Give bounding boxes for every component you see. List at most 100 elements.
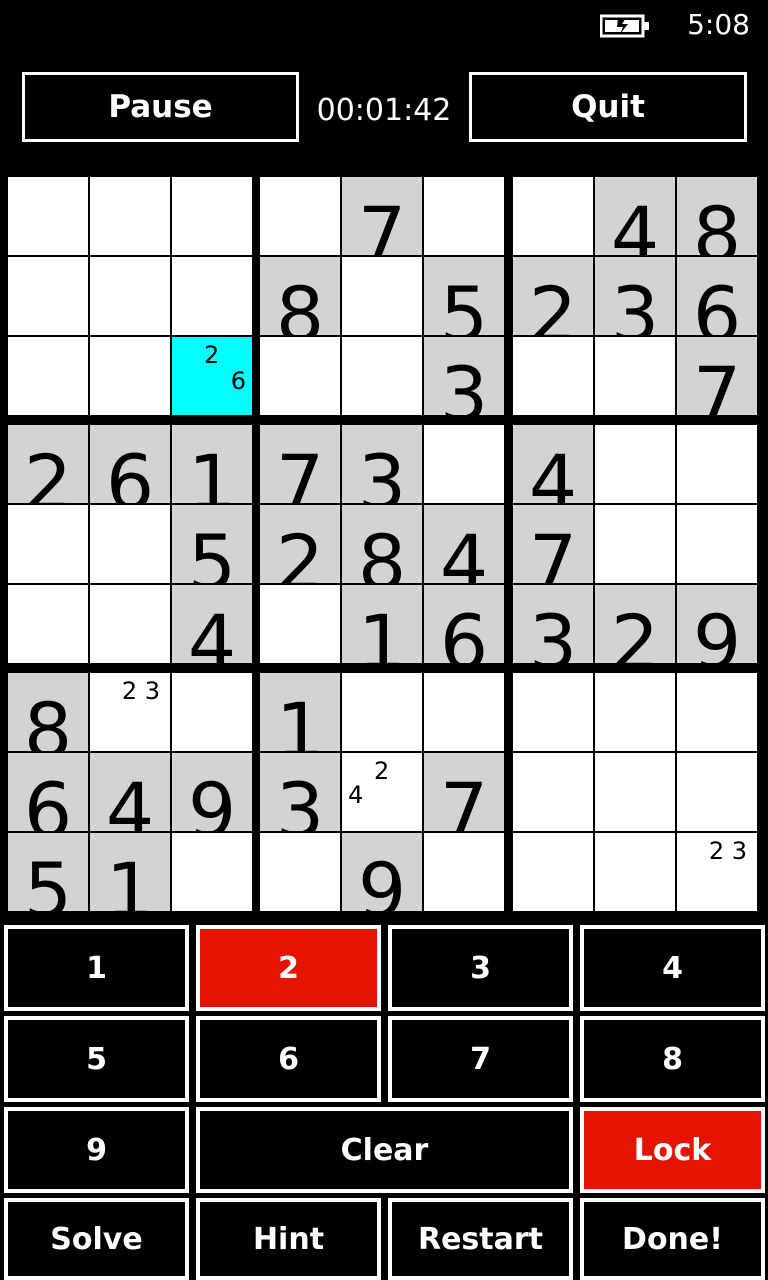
sudoku-cell[interactable] xyxy=(513,177,593,255)
sudoku-cell[interactable]: 42 xyxy=(342,753,422,831)
number-4-button[interactable]: 4 xyxy=(580,925,765,1011)
number-2-button[interactable]: 2 xyxy=(196,925,381,1011)
sudoku-cell[interactable]: 2 3 xyxy=(677,833,757,911)
sudoku-cell[interactable] xyxy=(260,337,340,415)
sudoku-cell[interactable]: 6 xyxy=(424,585,504,663)
sudoku-cell[interactable]: 2 3 xyxy=(90,673,170,751)
sudoku-cell[interactable] xyxy=(513,833,593,911)
sudoku-cell[interactable]: 3 xyxy=(260,753,340,831)
sudoku-cell[interactable] xyxy=(260,585,340,663)
sudoku-cell[interactable]: 3 xyxy=(342,425,422,503)
sudoku-cell[interactable] xyxy=(342,673,422,751)
sudoku-cell[interactable] xyxy=(595,753,675,831)
number-1-button[interactable]: 1 xyxy=(4,925,189,1011)
sudoku-cell[interactable] xyxy=(172,257,252,335)
sudoku-cell[interactable] xyxy=(513,753,593,831)
sudoku-cell[interactable] xyxy=(90,177,170,255)
sudoku-cell[interactable] xyxy=(8,177,88,255)
sudoku-cell[interactable] xyxy=(595,425,675,503)
sudoku-cell[interactable] xyxy=(595,673,675,751)
cell-digit: 2 xyxy=(610,598,660,664)
sudoku-cell[interactable]: 8 xyxy=(677,177,757,255)
done-button[interactable]: Done! xyxy=(580,1198,765,1280)
sudoku-cell[interactable]: 5 xyxy=(424,257,504,335)
sudoku-cell[interactable]: 9 xyxy=(342,833,422,911)
sudoku-cell[interactable] xyxy=(677,753,757,831)
sudoku-cell[interactable]: 8 xyxy=(8,673,88,751)
number-6-button[interactable]: 6 xyxy=(196,1016,381,1102)
sudoku-cell[interactable] xyxy=(8,505,88,583)
sudoku-cell[interactable] xyxy=(8,337,88,415)
pause-button[interactable]: Pause xyxy=(22,72,299,142)
sudoku-cell[interactable]: 7 xyxy=(424,753,504,831)
sudoku-cell[interactable] xyxy=(172,177,252,255)
sudoku-cell[interactable]: 5 xyxy=(8,833,88,911)
number-5-button[interactable]: 5 xyxy=(4,1016,189,1102)
sudoku-cell[interactable]: 1 xyxy=(260,673,340,751)
sudoku-cell[interactable]: 3 xyxy=(513,585,593,663)
sudoku-cell[interactable] xyxy=(260,177,340,255)
sudoku-cell[interactable] xyxy=(90,585,170,663)
sudoku-cell[interactable] xyxy=(424,833,504,911)
sudoku-cell[interactable] xyxy=(342,257,422,335)
sudoku-cell[interactable]: 5 xyxy=(172,505,252,583)
sudoku-cell[interactable] xyxy=(90,337,170,415)
sudoku-cell[interactable] xyxy=(513,337,593,415)
sudoku-cell[interactable]: 4 xyxy=(595,177,675,255)
sudoku-cell[interactable]: 2 xyxy=(8,425,88,503)
number-3-button[interactable]: 3 xyxy=(388,925,573,1011)
sudoku-cell[interactable] xyxy=(424,177,504,255)
sudoku-cell[interactable] xyxy=(424,673,504,751)
sudoku-cell[interactable] xyxy=(342,337,422,415)
sudoku-cell[interactable] xyxy=(172,833,252,911)
sudoku-cell[interactable]: 8 xyxy=(260,257,340,335)
sudoku-cell[interactable]: 2 xyxy=(513,257,593,335)
sudoku-cell[interactable]: 26 xyxy=(172,337,252,415)
sudoku-cell[interactable] xyxy=(260,833,340,911)
clear-button[interactable]: Clear xyxy=(196,1107,573,1193)
sudoku-cell[interactable]: 7 xyxy=(677,337,757,415)
sudoku-cell[interactable]: 6 xyxy=(677,257,757,335)
sudoku-cell[interactable]: 3 xyxy=(424,337,504,415)
lock-button[interactable]: Lock xyxy=(580,1107,765,1193)
sudoku-cell[interactable]: 1 xyxy=(90,833,170,911)
sudoku-cell[interactable]: 8 xyxy=(342,505,422,583)
sudoku-cell[interactable]: 4 xyxy=(424,505,504,583)
sudoku-cell[interactable] xyxy=(595,505,675,583)
sudoku-cell[interactable] xyxy=(8,585,88,663)
sudoku-cell[interactable] xyxy=(90,505,170,583)
sudoku-cell[interactable] xyxy=(424,425,504,503)
sudoku-cell[interactable]: 7 xyxy=(260,425,340,503)
sudoku-cell[interactable]: 4 xyxy=(172,585,252,663)
number-8-button[interactable]: 8 xyxy=(580,1016,765,1102)
sudoku-cell[interactable]: 7 xyxy=(513,505,593,583)
sudoku-cell[interactable] xyxy=(172,673,252,751)
sudoku-cell[interactable]: 2 xyxy=(260,505,340,583)
sudoku-cell[interactable]: 1 xyxy=(172,425,252,503)
sudoku-cell[interactable] xyxy=(90,257,170,335)
sudoku-cell[interactable]: 6 xyxy=(8,753,88,831)
sudoku-cell[interactable] xyxy=(677,673,757,751)
sudoku-cell[interactable] xyxy=(8,257,88,335)
solve-button[interactable]: Solve xyxy=(4,1198,189,1280)
sudoku-cell[interactable] xyxy=(595,833,675,911)
sudoku-cell[interactable]: 9 xyxy=(677,585,757,663)
battery-charging-icon xyxy=(600,14,649,38)
sudoku-cell[interactable] xyxy=(677,505,757,583)
quit-button[interactable]: Quit xyxy=(469,72,747,142)
sudoku-cell[interactable]: 2 xyxy=(595,585,675,663)
sudoku-cell[interactable]: 1 xyxy=(342,585,422,663)
sudoku-cell[interactable]: 3 xyxy=(595,257,675,335)
sudoku-cell[interactable]: 4 xyxy=(90,753,170,831)
sudoku-cell[interactable]: 6 xyxy=(90,425,170,503)
sudoku-cell[interactable]: 4 xyxy=(513,425,593,503)
sudoku-cell[interactable] xyxy=(513,673,593,751)
sudoku-cell[interactable] xyxy=(677,425,757,503)
sudoku-cell[interactable]: 9 xyxy=(172,753,252,831)
number-7-button[interactable]: 7 xyxy=(388,1016,573,1102)
sudoku-cell[interactable]: 7 xyxy=(342,177,422,255)
hint-button[interactable]: Hint xyxy=(196,1198,381,1280)
number-9-button[interactable]: 9 xyxy=(4,1107,189,1193)
restart-button[interactable]: Restart xyxy=(388,1198,573,1280)
sudoku-cell[interactable] xyxy=(595,337,675,415)
